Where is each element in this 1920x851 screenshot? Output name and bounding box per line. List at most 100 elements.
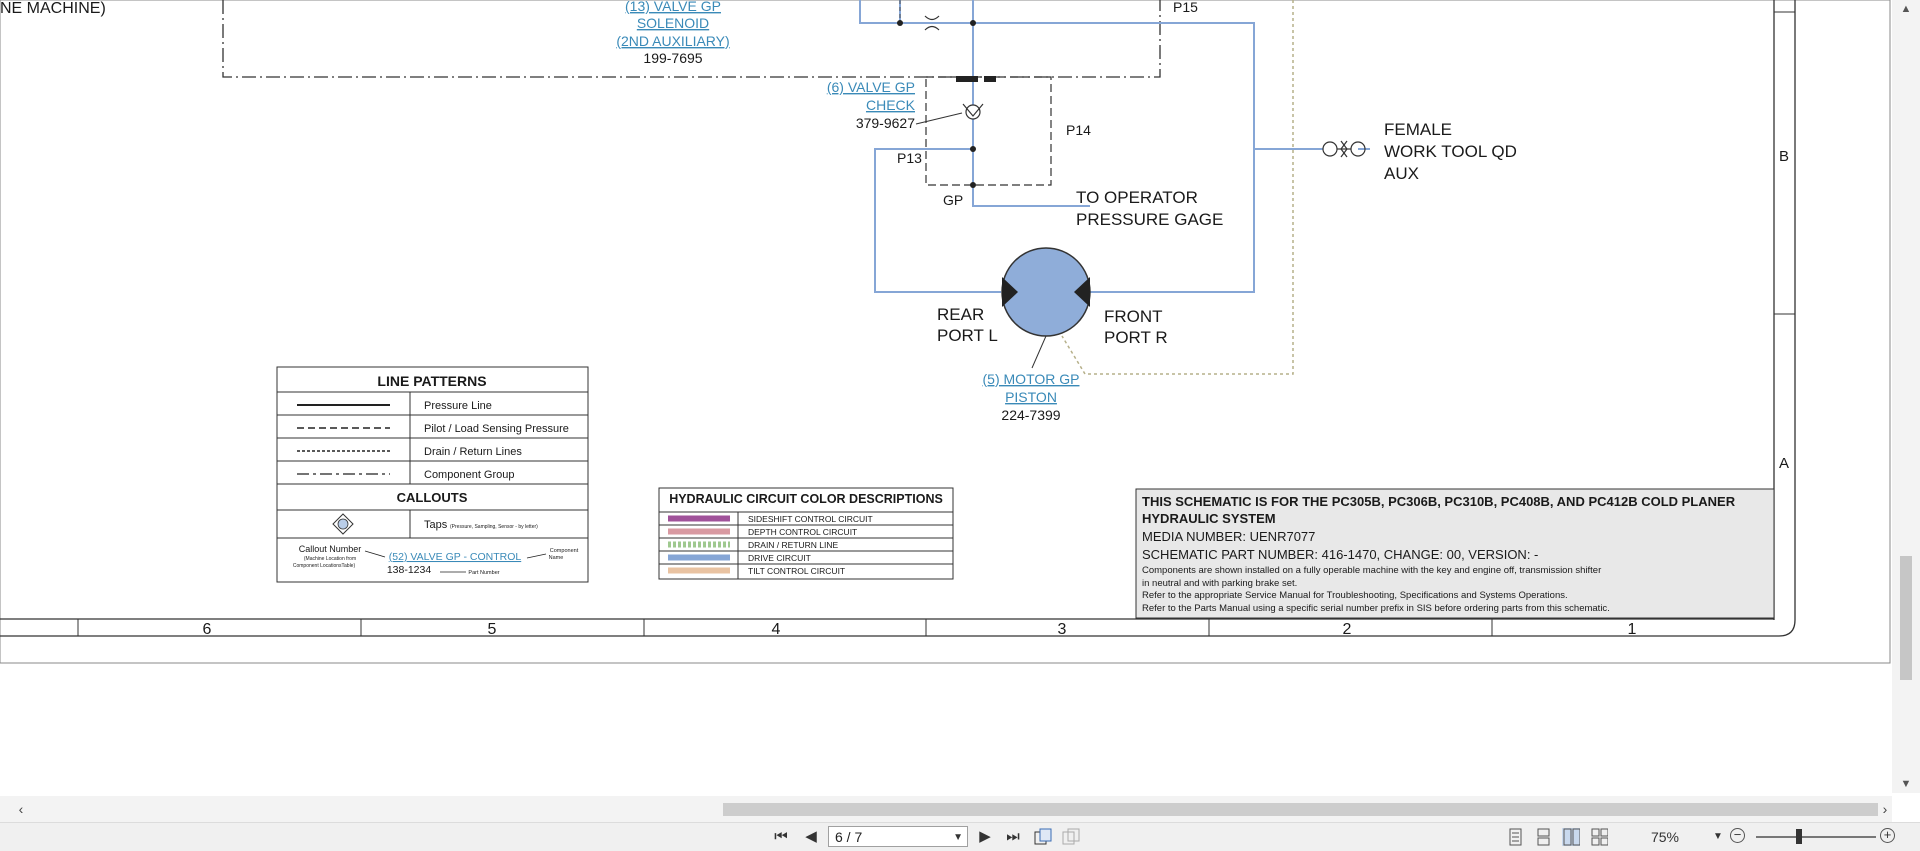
tap-label-p14: P14 xyxy=(1066,122,1091,138)
drain-line xyxy=(1061,0,1294,375)
gp-label: GP xyxy=(943,192,963,208)
female-qd-label: AUX xyxy=(1384,164,1419,183)
circuit-label: DRIVE CIRCUIT xyxy=(748,553,811,563)
last-page-icon[interactable]: ⏭ xyxy=(1002,827,1024,847)
callout-number-sub: Component LocationsTable) xyxy=(293,563,356,569)
taps-label: Taps xyxy=(424,519,448,531)
zone-label-b: B xyxy=(1779,148,1789,165)
machine-title-fragment: NE MACHINE) xyxy=(0,0,106,17)
info-part-number: SCHEMATIC PART NUMBER: 416-1470, CHANGE:… xyxy=(1142,547,1538,562)
zoom-slider[interactable] xyxy=(1756,836,1876,838)
info-media-number: MEDIA NUMBER: UENR7077 xyxy=(1142,529,1315,544)
line-pattern-label: Pilot / Load Sensing Pressure xyxy=(424,423,569,435)
zone-label-a: A xyxy=(1779,455,1789,472)
junction-dot xyxy=(970,182,976,188)
chevron-down-icon[interactable]: ▼ xyxy=(953,827,963,848)
continuous-view-icon[interactable] xyxy=(1534,828,1552,846)
column-label: 6 xyxy=(203,621,212,638)
valve13-callout-link[interactable]: (2ND AUXILIARY) xyxy=(616,33,729,49)
tap-label-p15: P15 xyxy=(1173,0,1198,15)
column-dividers xyxy=(77,619,1493,636)
scroll-left-icon[interactable]: ‹ xyxy=(10,796,32,822)
vertical-scroll-thumb[interactable] xyxy=(1900,556,1912,680)
two-page-continuous-icon[interactable] xyxy=(1590,828,1608,846)
first-page-icon[interactable]: ⏮ xyxy=(770,827,792,847)
tap-label-p13: P13 xyxy=(897,150,922,166)
valve-block-mark xyxy=(956,76,978,82)
zoom-out-icon[interactable]: − xyxy=(1730,828,1745,843)
valve6-callout-link[interactable]: (6) VALVE GP xyxy=(827,79,915,95)
zoom-slider-thumb[interactable] xyxy=(1796,829,1802,844)
page-number-input[interactable]: 6 / 7 ▼ xyxy=(828,826,968,847)
next-page-icon[interactable]: ▶ xyxy=(974,827,996,847)
valve6-callout-link[interactable]: CHECK xyxy=(866,97,916,113)
page-number-value: 6 / 7 xyxy=(835,829,863,845)
single-page-view-icon[interactable] xyxy=(1506,828,1524,846)
gp-dashed-box xyxy=(925,76,1052,186)
page-navigation-toolbar: ⏮ ◀ 6 / 7 ▼ ▶ ⏭ 75% ▼ − + xyxy=(0,822,1920,851)
circuit-label: SIDESHIFT CONTROL CIRCUIT xyxy=(748,514,873,524)
front-port-label: PORT R xyxy=(1104,328,1168,347)
scroll-right-icon[interactable]: › xyxy=(1874,796,1896,822)
front-port-label: FRONT xyxy=(1104,307,1163,326)
callout-number-label: Callout Number xyxy=(299,544,362,554)
horizontal-scrollbar[interactable]: ‹ › xyxy=(0,796,1892,822)
valve13-callout-link[interactable]: SOLENOID xyxy=(637,15,709,31)
motor5-callout-link[interactable]: PISTON xyxy=(1005,389,1057,405)
previous-page-icon[interactable]: ◀ xyxy=(800,827,822,847)
line-pattern-label: Pressure Line xyxy=(424,400,492,412)
info-note: Components are shown installed on a full… xyxy=(1142,565,1601,576)
zoom-in-icon[interactable]: + xyxy=(1880,828,1895,843)
callout-number-sub: (Machine Location from xyxy=(304,556,356,562)
info-note: Refer to the Parts Manual using a specif… xyxy=(1142,603,1610,614)
component-name-label: Component xyxy=(550,548,579,554)
circuit-label: TILT CONTROL CIRCUIT xyxy=(748,566,845,576)
taps-sub-label: (Pressure, Sampling, Sensor - by letter) xyxy=(450,524,538,530)
female-qd-label: WORK TOOL QD xyxy=(1384,142,1517,161)
junction-dot xyxy=(970,20,976,26)
hydraulic-schematic: NE MACHINE) B A 6 5 4 3 2 1 (13) VALVE G… xyxy=(0,0,1891,664)
leader-line xyxy=(1031,335,1047,369)
copy-page-icon[interactable] xyxy=(1034,828,1052,846)
info-note: Refer to the appropriate Service Manual … xyxy=(1142,590,1568,601)
two-page-view-icon[interactable] xyxy=(1562,828,1580,846)
document-viewport: NE MACHINE) B A 6 5 4 3 2 1 (13) VALVE G… xyxy=(0,0,1892,793)
column-label: 5 xyxy=(488,621,497,638)
line-pattern-label: Component Group xyxy=(424,469,515,481)
callout-part-example: 138-1234 xyxy=(387,564,432,576)
motor5-callout-link[interactable]: (5) MOTOR GP xyxy=(983,371,1080,387)
color-legend-title: HYDRAULIC CIRCUIT COLOR DESCRIPTIONS xyxy=(669,492,943,506)
motor5-part-number: 224-7399 xyxy=(1001,407,1060,423)
circuit-label: DEPTH CONTROL CIRCUIT xyxy=(748,527,857,537)
valve6-part-number: 379-9627 xyxy=(856,115,915,131)
junction-dot xyxy=(970,146,976,152)
to-operator-label: TO OPERATOR xyxy=(1076,188,1198,207)
junction-dot xyxy=(897,20,903,26)
part-number-label: Part Number xyxy=(468,570,499,576)
vertical-scrollbar[interactable]: ▲ ▼ xyxy=(1892,0,1920,793)
callout-example-link: (52) VALVE GP - CONTROL xyxy=(389,551,522,563)
valve13-callout-link[interactable]: (13) VALVE GP xyxy=(625,0,721,14)
scroll-down-icon[interactable]: ▼ xyxy=(1892,775,1920,793)
rear-port-label: REAR xyxy=(937,305,984,324)
horizontal-scroll-thumb[interactable] xyxy=(723,803,1878,816)
column-label: 2 xyxy=(1343,621,1352,638)
callouts-title: CALLOUTS xyxy=(397,490,468,505)
to-operator-label: PRESSURE GAGE xyxy=(1076,210,1223,229)
component-name-label: Name xyxy=(549,555,564,561)
valve-block-mark-2 xyxy=(984,76,996,82)
leader-line xyxy=(915,112,963,125)
info-models: THIS SCHEMATIC IS FOR THE PC305B, PC306B… xyxy=(1142,494,1736,509)
column-label: 3 xyxy=(1058,621,1067,638)
column-label: 1 xyxy=(1628,621,1637,638)
circuit-label: DRAIN / RETURN LINE xyxy=(748,540,839,550)
paste-page-icon[interactable] xyxy=(1062,828,1080,846)
scroll-up-icon[interactable]: ▲ xyxy=(1892,0,1920,18)
line-patterns-title: LINE PATTERNS xyxy=(377,373,486,389)
rear-port-label: PORT L xyxy=(937,326,998,345)
zoom-dropdown-icon[interactable]: ▼ xyxy=(1713,827,1723,847)
info-note: in neutral and with parking brake set. xyxy=(1142,578,1297,589)
zoom-level[interactable]: 75% xyxy=(1640,827,1690,847)
female-qd-label: FEMALE xyxy=(1384,120,1452,139)
column-label: 4 xyxy=(772,621,781,638)
